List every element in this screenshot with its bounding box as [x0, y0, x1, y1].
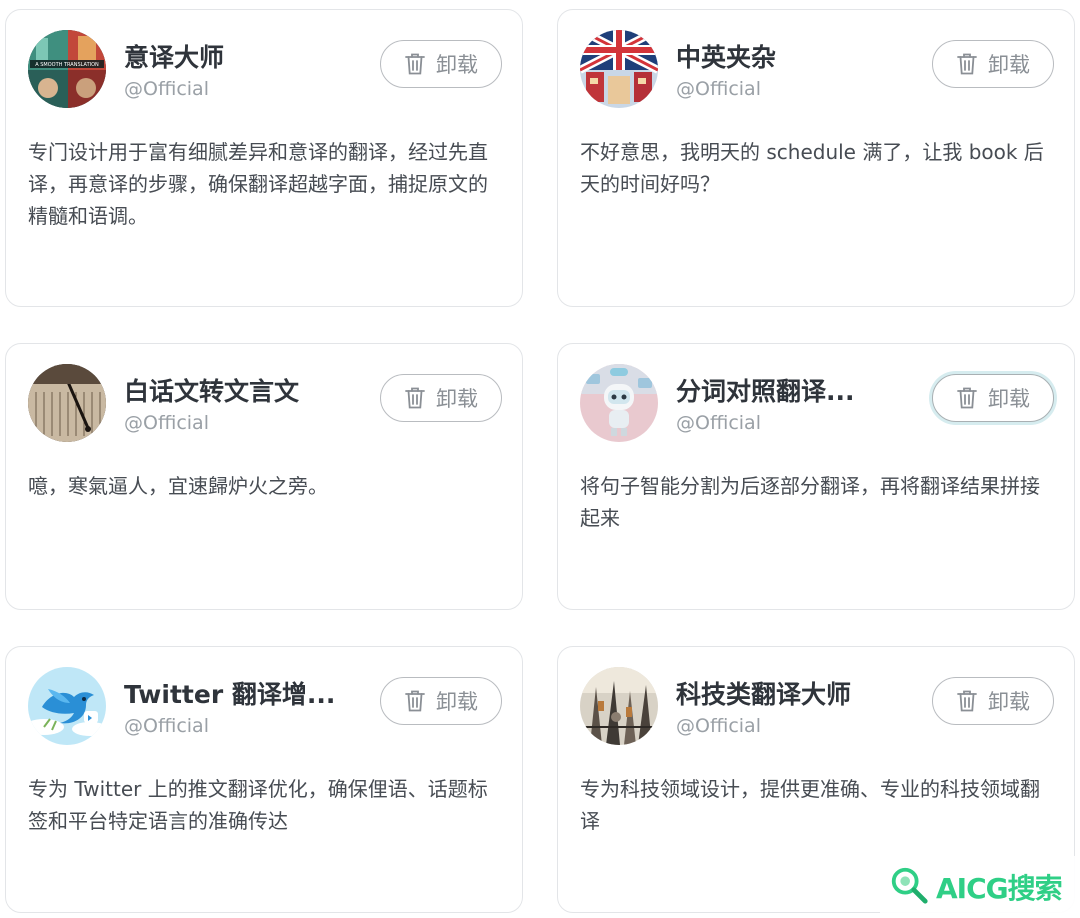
trash-icon — [404, 52, 426, 76]
avatar — [580, 667, 658, 745]
trash-icon — [956, 689, 978, 713]
card-title: 分词对照翻译... — [676, 377, 855, 406]
card-title: 中英夹杂 — [676, 43, 777, 72]
card-twitter-translate[interactable]: Twitter 翻译增... @Official 卸载 专为 Twitter 上… — [5, 646, 523, 913]
uninstall-label: 卸载 — [988, 53, 1030, 77]
avatar — [28, 667, 106, 745]
card-description: 专门设计用于富有细腻差异和意译的翻译，经过先直译，再意译的步骤，确保翻译超越字面… — [28, 140, 488, 228]
uninstall-label: 卸载 — [436, 690, 478, 714]
author-handle: @Official — [124, 412, 209, 434]
card-description: 不好意思，我明天的 schedule 满了，让我 book 后天的时间好吗？ — [580, 140, 1044, 196]
magnifier-icon — [888, 864, 930, 910]
card-yiyi-dashi[interactable]: A SMOOTH TRANSLATION 意译大师 @Official 卸载 专… — [5, 9, 523, 307]
avatar — [580, 364, 658, 442]
author-handle: @Official — [676, 78, 761, 100]
watermark: AICG搜索 — [880, 856, 1080, 918]
uninstall-button[interactable]: 卸载 — [380, 40, 502, 88]
card-baihua-wenyan[interactable]: 白话文转文言文 @Official 卸载 噫，寒氣逼人，宜速歸炉火之旁。 — [5, 343, 523, 610]
card-description: 将句子智能分割为后逐部分翻译，再将翻译结果拼接起来 — [580, 474, 1040, 530]
trash-icon — [956, 52, 978, 76]
author-handle: @Official — [124, 78, 209, 100]
svg-text:A SMOOTH TRANSLATION: A SMOOTH TRANSLATION — [35, 62, 99, 68]
uninstall-button[interactable]: 卸载 — [932, 374, 1054, 422]
author-handle: @Official — [676, 412, 761, 434]
avatar — [28, 364, 106, 442]
card-title: 白话文转文言文 — [124, 377, 300, 406]
uninstall-label: 卸载 — [988, 387, 1030, 411]
trash-icon — [404, 386, 426, 410]
avatar: A SMOOTH TRANSLATION — [28, 30, 106, 108]
trash-icon — [404, 689, 426, 713]
uninstall-button[interactable]: 卸载 — [380, 677, 502, 725]
card-description: 噫，寒氣逼人，宜速歸炉火之旁。 — [28, 474, 328, 498]
uninstall-button[interactable]: 卸载 — [380, 374, 502, 422]
card-description: 专为科技领域设计，提供更准确、专业的科技领域翻译 — [580, 777, 1040, 833]
uninstall-label: 卸载 — [988, 690, 1030, 714]
uninstall-button[interactable]: 卸载 — [932, 677, 1054, 725]
avatar — [580, 30, 658, 108]
uninstall-label: 卸载 — [436, 53, 478, 77]
uninstall-button[interactable]: 卸载 — [932, 40, 1054, 88]
card-title: 科技类翻译大师 — [676, 680, 852, 709]
author-handle: @Official — [676, 715, 761, 737]
author-handle: @Official — [124, 715, 209, 737]
card-fenci-duizhao[interactable]: 分词对照翻译... @Official 卸载 将句子智能分割为后逐部分翻译，再将… — [557, 343, 1075, 610]
card-title: 意译大师 — [124, 43, 225, 72]
card-title: Twitter 翻译增... — [124, 680, 336, 709]
card-zhongying-jiaza[interactable]: 中英夹杂 @Official 卸载 不好意思，我明天的 schedule 满了，… — [557, 9, 1075, 307]
trash-icon — [956, 386, 978, 410]
watermark-text: AICG搜索 — [936, 872, 1063, 905]
card-description: 专为 Twitter 上的推文翻译优化，确保俚语、话题标签和平台特定语言的准确传… — [28, 777, 488, 833]
uninstall-label: 卸载 — [436, 387, 478, 411]
